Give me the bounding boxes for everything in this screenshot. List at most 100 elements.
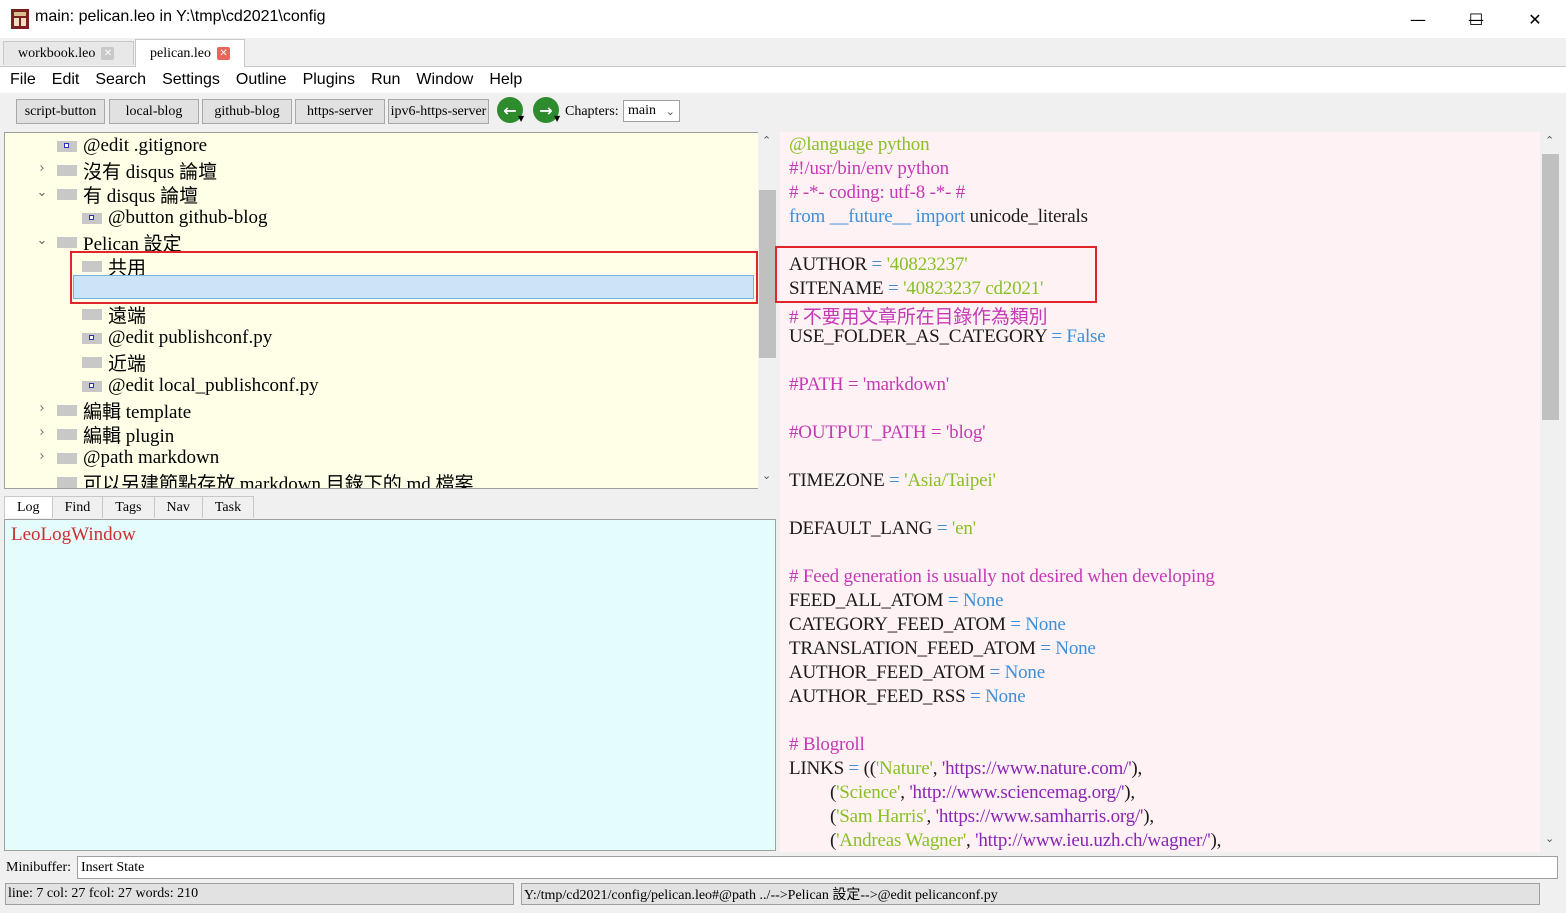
chevron-right-icon[interactable]: › <box>35 401 49 416</box>
node-file-icon <box>82 332 102 344</box>
maximize-window-button[interactable]: ☐ <box>1447 0 1505 38</box>
script-button[interactable]: script-button <box>16 99 105 124</box>
minibuffer-input[interactable]: Insert State <box>77 856 1558 879</box>
code-line: @language python <box>789 134 930 156</box>
menu-settings[interactable]: Settings <box>156 71 226 89</box>
code-token: ), <box>1143 806 1154 827</box>
local-blog-button[interactable]: local-blog <box>109 99 199 124</box>
body-editor[interactable]: @language python #!/usr/bin/env python # -… <box>780 132 1540 852</box>
chevron-down-icon[interactable]: ⌄ <box>35 185 49 200</box>
outline-node-label: @edit .gitignore <box>83 135 208 156</box>
code-token: = <box>848 758 860 779</box>
menu-bar: File Edit Search Settings Outline Plugin… <box>0 67 1566 93</box>
outline-node[interactable]: 編輯 plugin <box>57 422 174 447</box>
outline-node[interactable]: 有 disqus 論壇 <box>57 182 198 207</box>
code-line: #PATH = 'markdown' <box>789 374 949 396</box>
https-server-button[interactable]: https-server <box>295 99 385 124</box>
menu-run[interactable]: Run <box>365 71 406 89</box>
code-token: 'Nature' <box>875 758 933 779</box>
outline-node[interactable]: @edit publishconf.py <box>82 326 272 350</box>
menu-plugins[interactable]: Plugins <box>297 71 361 89</box>
log-pane[interactable]: LeoLogWindow <box>4 519 776 851</box>
close-icon: ✕ <box>1528 9 1542 29</box>
code-token: 'https://www.samharris.org/' <box>935 806 1144 827</box>
tab-workbook[interactable]: workbook.leo ✕ <box>3 41 134 65</box>
tab-label: pelican.leo <box>150 45 212 61</box>
code-line: # -*- coding: utf-8 -*- # <box>789 182 965 204</box>
close-window-button[interactable]: ✕ <box>1506 0 1564 38</box>
code-line: # Blogroll <box>789 734 865 756</box>
ipv6-https-server-button[interactable]: ipv6-https-server <box>388 99 489 124</box>
outline-node[interactable]: @path markdown <box>57 446 219 470</box>
menu-window[interactable]: Window <box>410 71 479 89</box>
tab-task[interactable]: Task <box>201 496 255 518</box>
tab-tags[interactable]: Tags <box>102 496 155 518</box>
chevron-right-icon[interactable]: › <box>35 425 49 440</box>
outline-node[interactable]: @edit local_publishconf.py <box>82 374 319 398</box>
code-token: #!/usr/bin/env python <box>789 158 949 179</box>
code-line: TRANSLATION_FEED_ATOM = None <box>789 638 1096 660</box>
code-line: DEFAULT_LANG = 'en' <box>789 518 976 540</box>
outline-node[interactable]: 可以另建節點存放 markdown 目錄下的 md 檔案 <box>57 470 474 488</box>
chapters-select[interactable]: main ⌄ <box>623 100 680 122</box>
log-window-title: LeoLogWindow <box>11 524 136 545</box>
outline-node[interactable]: 遠端 <box>82 302 146 327</box>
code-token: TIMEZONE <box>789 470 890 491</box>
chevron-right-icon[interactable]: › <box>35 161 49 176</box>
outline-scrollbar[interactable]: ⌃ ⌄ <box>758 132 777 489</box>
code-line: AUTHOR_FEED_RSS = None <box>789 686 1026 708</box>
tab-find[interactable]: Find <box>51 496 104 518</box>
code-token: = None <box>1010 614 1066 635</box>
tab-close-icon[interactable]: ✕ <box>101 47 115 60</box>
annotation-box-body <box>775 246 1097 303</box>
code-token: # Feed generation is usually not desired… <box>789 566 1215 587</box>
outline-pane[interactable]: @edit .gitignore › 沒有 disqus 論壇 ⌄ 有 disqus 論… <box>4 132 777 489</box>
github-blog-button[interactable]: github-blog <box>202 99 292 124</box>
minimize-window-button[interactable]: — <box>1389 0 1447 38</box>
outline-scroll-thumb[interactable] <box>759 190 776 358</box>
outline-node[interactable]: @button github-blog <box>82 206 267 230</box>
outline-node[interactable]: 編輯 template <box>57 398 191 423</box>
code-token: from <box>789 206 826 227</box>
outline-node[interactable]: 沒有 disqus 論壇 <box>57 158 217 183</box>
menu-edit[interactable]: Edit <box>46 71 86 89</box>
chevron-right-icon[interactable]: › <box>35 449 49 464</box>
back-dropdown-icon[interactable]: ▼ <box>518 114 524 123</box>
body-scroll-thumb[interactable] <box>1542 154 1559 420</box>
scroll-up-icon[interactable]: ⌃ <box>762 134 771 147</box>
node-icon <box>82 308 102 320</box>
tab-pelican[interactable]: pelican.leo ✕ <box>135 39 245 67</box>
node-icon <box>57 476 77 488</box>
minibuffer-label: Minibuffer: <box>6 860 72 875</box>
tab-nav[interactable]: Nav <box>153 496 203 518</box>
code-token: # 不要用文章所在目錄作為類別 <box>789 307 1048 328</box>
code-token: #PATH = 'markdown' <box>789 374 949 395</box>
outline-node[interactable]: 近端 <box>82 350 146 375</box>
chevron-down-icon[interactable]: ⌄ <box>35 233 49 248</box>
code-token: AUTHOR_FEED_ATOM <box>789 662 990 683</box>
body-scrollbar[interactable]: ⌃ ⌄ <box>1540 132 1561 852</box>
menu-search[interactable]: Search <box>89 71 152 89</box>
forward-dropdown-icon[interactable]: ▼ <box>554 114 560 123</box>
outline-node-label: @path markdown <box>83 447 220 468</box>
tab-log[interactable]: Log <box>4 496 53 518</box>
tab-close-icon[interactable]: ✕ <box>217 47 231 60</box>
title-bar: main: pelican.leo in Y:\tmp\cd2021\confi… <box>0 0 1566 39</box>
node-icon <box>57 236 77 248</box>
code-line: LINKS = (('Nature', 'https://www.nature.… <box>789 758 1142 780</box>
code-token: 'Science' <box>836 782 901 803</box>
code-line: ('Andreas Wagner', 'http://www.ieu.uzh.c… <box>789 830 1221 852</box>
menu-outline[interactable]: Outline <box>230 71 293 89</box>
menu-file[interactable]: File <box>4 71 42 89</box>
code-token: , <box>932 758 942 779</box>
code-token: ), <box>1124 782 1135 803</box>
scroll-down-icon[interactable]: ⌄ <box>762 469 771 482</box>
scroll-down-icon[interactable]: ⌄ <box>1545 832 1554 845</box>
code-token: 'en' <box>947 518 976 539</box>
menu-help[interactable]: Help <box>483 71 528 89</box>
outline-node[interactable]: @edit .gitignore <box>57 134 207 158</box>
code-line: CATEGORY_FEED_ATOM = None <box>789 614 1066 636</box>
code-token: @language python <box>789 134 930 155</box>
code-line: USE_FOLDER_AS_CATEGORY = False <box>789 326 1106 348</box>
scroll-up-icon[interactable]: ⌃ <box>1545 134 1554 147</box>
